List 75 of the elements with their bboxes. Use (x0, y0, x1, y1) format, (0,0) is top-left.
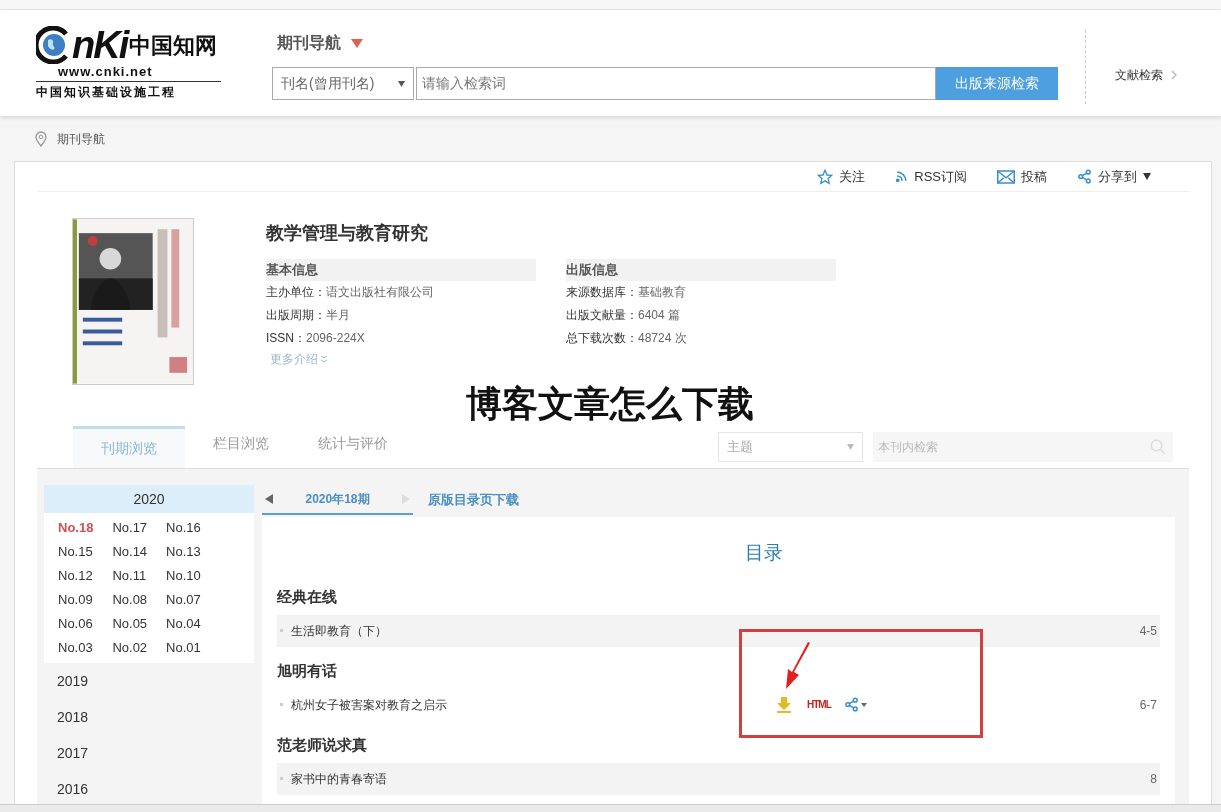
previous-arrow-icon[interactable] (265, 494, 273, 504)
info-field: 出版文献量：6404 篇 (566, 304, 836, 327)
issue-link[interactable]: No.18 (58, 516, 94, 540)
issue-link[interactable]: No.10 (166, 564, 201, 588)
article-title[interactable]: 杭州女子被害案对教育之启示 (291, 695, 771, 714)
overlay-title: 博客文章怎么下载 (466, 386, 754, 422)
caret-icon (860, 702, 867, 707)
annotation-arrow (784, 642, 812, 690)
chevron-right-icon (1171, 70, 1177, 80)
year-item[interactable]: 2016 (44, 771, 254, 807)
issue-link[interactable]: No.07 (166, 588, 201, 612)
breadcrumb[interactable]: 期刊导航 (57, 129, 105, 148)
literature-search-link[interactable]: 文献检索 (1115, 66, 1163, 84)
section-heading: 基本信息 (266, 259, 536, 281)
search-icon (1149, 438, 1167, 456)
year-item[interactable]: 2017 (44, 735, 254, 771)
info-field: 总下载次数：48724 次 (566, 327, 836, 350)
share-icon (843, 697, 859, 712)
issue-link[interactable]: No.12 (58, 564, 94, 588)
current-issue: 2020年18期 (305, 491, 370, 508)
article-title[interactable]: 家书中的青春寄语 (291, 769, 771, 788)
info-field: 主办单位：语文出版社有限公司 (266, 281, 536, 304)
year-item[interactable]: 2020 (44, 485, 254, 513)
action-link[interactable]: 分享到 (1098, 166, 1137, 187)
issue-link[interactable]: No.16 (166, 516, 201, 540)
issue-link[interactable]: No.17 (112, 516, 148, 540)
info-field: ISSN：2096-224X (266, 327, 536, 350)
issue-link[interactable]: No.14 (112, 540, 148, 564)
field-select[interactable]: 刊名(曾用刊名) (272, 67, 414, 100)
mail-icon (997, 169, 1015, 184)
double-chevron-icon (320, 355, 328, 363)
year-item[interactable]: 2018 (44, 699, 254, 735)
page-range: 8 (1150, 770, 1157, 788)
caret-icon (1143, 173, 1151, 180)
article-row[interactable]: 生活即教育（下） 4-5 (277, 614, 1160, 647)
section-heading: 出版信息 (566, 259, 836, 281)
nav-title[interactable]: 期刊导航 (277, 31, 341, 55)
info-field: 来源数据库：基础教育 (566, 281, 836, 304)
column-heading: 经典在线 (277, 586, 337, 607)
issue-link[interactable]: No.03 (58, 636, 94, 660)
article-title[interactable]: 生活即教育（下） (291, 621, 771, 640)
action-link[interactable]: RSS订阅 (914, 166, 967, 187)
issue-link[interactable]: No.13 (166, 540, 201, 564)
journal-title: 教学管理与教育研究 (266, 222, 429, 245)
caret-icon (847, 444, 854, 450)
issue-link[interactable]: No.05 (112, 612, 148, 636)
issue-link[interactable]: No.11 (112, 564, 148, 588)
toc-title: 目录 (744, 541, 783, 565)
issue-link[interactable]: No.08 (112, 588, 148, 612)
action-link[interactable]: 投稿 (1021, 166, 1047, 187)
location-pin-icon (35, 130, 47, 147)
html-link[interactable]: HTML (807, 697, 831, 712)
download-icon[interactable] (776, 696, 792, 713)
column-heading: 范老师说求真 (277, 734, 367, 755)
page-range: 4-5 (1139, 622, 1157, 640)
article-row[interactable]: 家书中的青春寄语 8 (277, 762, 1160, 795)
issue-link[interactable]: No.02 (112, 636, 148, 660)
caret-icon (351, 38, 363, 48)
page-range: 6-7 (1139, 696, 1157, 714)
column-heading: 旭明有话 (277, 660, 337, 681)
caret-icon (398, 80, 405, 87)
issue-link[interactable]: No.04 (166, 612, 201, 636)
issue-link[interactable]: No.01 (166, 636, 201, 660)
issue-link[interactable]: No.09 (58, 588, 94, 612)
year-item[interactable]: 2019 (44, 663, 254, 699)
info-field: 出版周期：半月 (266, 304, 536, 327)
action-link[interactable]: 关注 (839, 166, 866, 187)
search-field[interactable]: 请输入检索词 (416, 67, 936, 100)
issue-link[interactable]: No.15 (58, 540, 94, 564)
rss-icon (895, 170, 909, 183)
star-icon (817, 168, 834, 185)
issue-link[interactable]: No.06 (58, 612, 94, 636)
cnki-logo[interactable]: nKi中国知网 www.cnki.net 中国知识基础设施工程 (36, 25, 221, 101)
share-icon (1077, 169, 1092, 184)
in-journal-search-field[interactable]: 本刊内检索 (873, 432, 1173, 462)
